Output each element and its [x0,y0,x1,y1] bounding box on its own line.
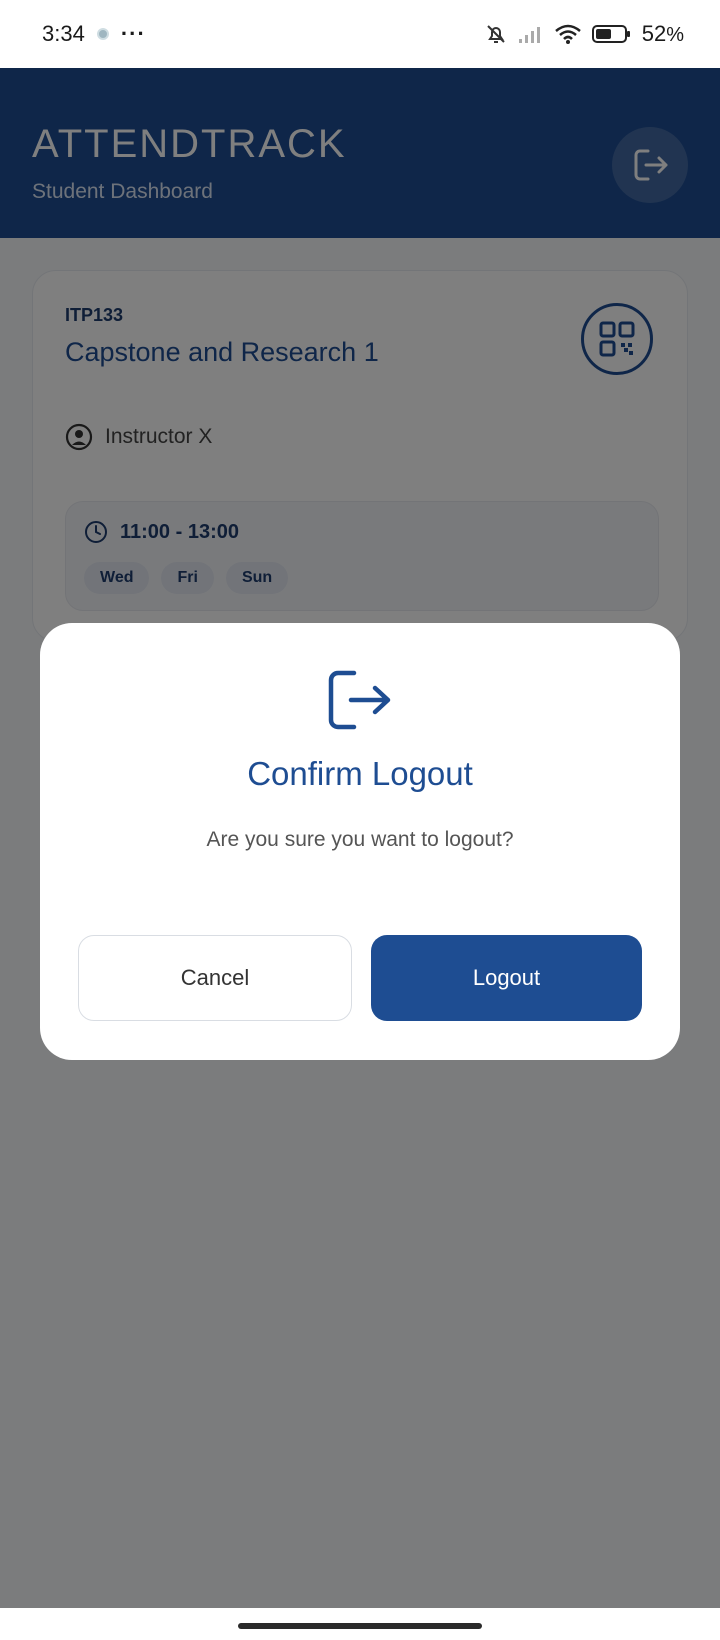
status-right: 52% [484,21,684,47]
cancel-button[interactable]: Cancel [78,935,352,1021]
battery-icon [591,25,630,43]
wifi-icon [554,24,581,44]
notification-dot-icon [96,28,109,40]
bell-off-icon [487,25,505,43]
status-bar: 3:34 ··· 52% [0,0,720,68]
dialog-message: Are you sure you want to logout? [206,828,514,851]
dialog-title: Confirm Logout [247,755,473,792]
status-left: 3:34 ··· [42,21,146,47]
logout-dialog: Confirm Logout Are you sure you want to … [40,623,680,1060]
battery-percent: 52% [641,21,684,46]
signal-icon [518,27,540,43]
logout-icon [328,670,391,730]
logout-button[interactable]: Logout [371,935,642,1021]
home-indicator[interactable] [238,1623,482,1629]
status-time: 3:34 [42,21,85,46]
status-more: ··· [120,21,146,46]
dialog-icon [324,669,396,736]
